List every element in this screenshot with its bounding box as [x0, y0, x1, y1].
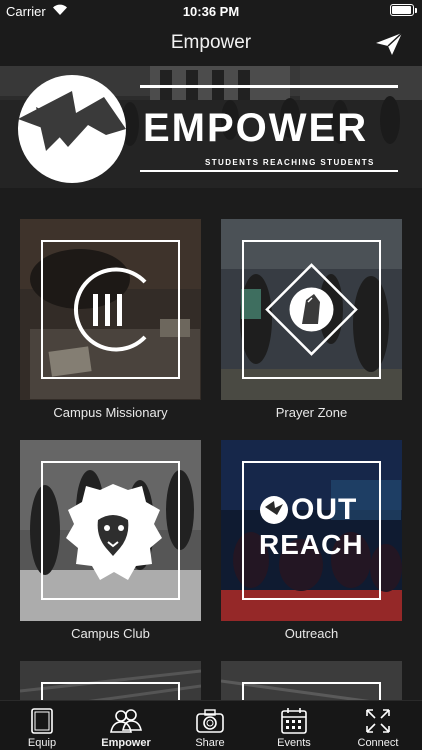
status-time: 10:36 PM [182, 4, 240, 19]
banner-rule-top [140, 85, 398, 88]
empower-banner: EMPOWER STUDENTS REACHING STUDENTS [0, 66, 422, 188]
tab-bar: Equip Empower Share Events Connect [0, 700, 422, 750]
arrows-icon [366, 709, 390, 733]
praying-hands-logo [265, 263, 358, 356]
tile-partial-right[interactable] [221, 661, 402, 700]
lion-logo [66, 484, 162, 580]
tile-frame [242, 682, 381, 700]
tile-label: Campus Club [71, 626, 150, 641]
paper-plane-icon[interactable] [374, 31, 404, 57]
tab-label: Empower [101, 737, 151, 749]
tile-campus-missionary[interactable]: Campus Missionary [20, 219, 201, 425]
tile-outreach[interactable]: OUT REACH Outreach [221, 440, 402, 646]
tile-label: Outreach [284, 626, 339, 641]
tile-label: Campus Missionary [53, 405, 168, 420]
empower-logo-icon [18, 75, 126, 183]
banner-wordmark: EMPOWER [143, 106, 369, 150]
tile-partial-left[interactable] [20, 661, 201, 700]
tab-label: Equip [27, 737, 57, 749]
outreach-logo-line1: OUT [291, 493, 358, 526]
navigation-bar: Empower [0, 22, 422, 66]
campus-missionary-logo [74, 267, 147, 352]
banner-tagline: STUDENTS REACHING STUDENTS [205, 158, 375, 167]
tile-frame [41, 682, 180, 700]
tab-events[interactable]: Events [252, 701, 336, 750]
tab-label: Share [195, 737, 225, 749]
tab-label: Events [277, 737, 311, 749]
battery-level [392, 6, 411, 14]
outreach-logo-icon [260, 496, 288, 524]
tile-label: Prayer Zone [275, 405, 348, 420]
battery-icon [390, 4, 417, 16]
program-grid: Campus Missionary Prayer Zone Campus Clu… [0, 188, 422, 700]
tile-campus-club[interactable]: Campus Club [20, 440, 201, 646]
camera-icon [196, 709, 224, 733]
tab-share[interactable]: Share [168, 701, 252, 750]
outreach-logo-line2: REACH [259, 529, 364, 560]
tab-connect[interactable]: Connect [336, 701, 420, 750]
page-title: Empower [170, 32, 252, 53]
tab-label: Connect [357, 737, 399, 749]
tab-equip[interactable]: Equip [0, 701, 84, 750]
banner-rule-bottom [140, 170, 398, 172]
book-icon [31, 708, 53, 734]
calendar-icon [281, 708, 307, 734]
status-bar: Carrier 10:36 PM [0, 0, 422, 22]
tile-prayer-zone[interactable]: Prayer Zone [221, 219, 402, 425]
tab-empower[interactable]: Empower [84, 701, 168, 750]
people-icon [110, 709, 142, 733]
